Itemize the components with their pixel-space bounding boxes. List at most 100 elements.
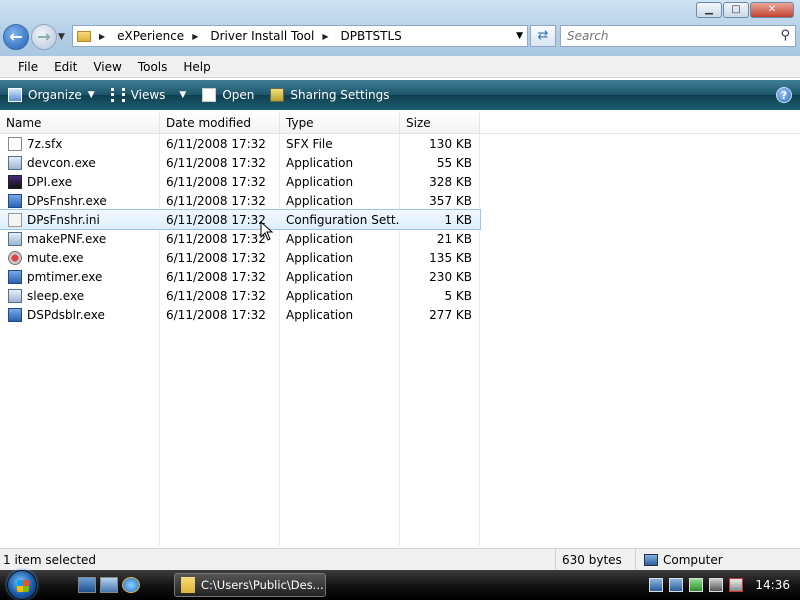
column-size[interactable]: Size xyxy=(400,112,480,133)
mouse-cursor-icon xyxy=(260,221,274,241)
title-bar: ▁ □ ✕ ← → ▼ ▶ eXPerience ▶ Driver Install… xyxy=(0,0,800,56)
app-icon xyxy=(8,231,22,246)
maximize-button[interactable]: □ xyxy=(723,2,749,18)
file-size: 230 KB xyxy=(429,269,472,284)
search-input[interactable] xyxy=(561,26,761,46)
menu-help[interactable]: Help xyxy=(175,60,218,74)
internet-explorer-icon[interactable] xyxy=(122,577,140,593)
file-rows: 7z.sfx 6/11/2008 17:32 SFX File 130 KB devco… xyxy=(0,134,800,324)
column-name[interactable]: Name xyxy=(0,112,160,133)
file-row[interactable]: DPsFnshr.exe 6/11/2008 17:32 Application 35… xyxy=(0,191,800,210)
search-icon[interactable]: ⚲ xyxy=(780,28,790,43)
file-type: Configuration Sett... xyxy=(286,212,400,227)
file-name: DPI.exe xyxy=(27,174,73,189)
file-type: Application xyxy=(286,193,354,208)
file-date: 6/11/2008 17:32 xyxy=(166,136,266,151)
file-name: mute.exe xyxy=(27,250,84,265)
file-name: DPsFnshr.exe xyxy=(27,193,107,208)
close-button[interactable]: ✕ xyxy=(750,2,794,18)
file-type: Application xyxy=(286,250,354,265)
zone-label: Computer xyxy=(663,552,723,567)
file-row[interactable]: DPI.exe 6/11/2008 17:32 Application 328 KB xyxy=(0,172,800,191)
volume-muted-icon[interactable] xyxy=(729,578,744,592)
file-name: DSPdsblr.exe xyxy=(27,307,105,322)
menu-edit[interactable]: Edit xyxy=(46,60,85,74)
file-row[interactable]: mute.exe 6/11/2008 17:32 Application 135 KB xyxy=(0,248,800,267)
file-row[interactable]: devcon.exe 6/11/2008 17:32 Application 55 K… xyxy=(0,153,800,172)
file-size: 55 KB xyxy=(436,155,472,170)
dpi-icon xyxy=(8,174,22,189)
refresh-button[interactable]: ⇄ xyxy=(530,25,556,47)
file-row[interactable]: DPsFnshr.ini 6/11/2008 17:32 Configuration… xyxy=(0,209,481,230)
menu-file[interactable]: File xyxy=(10,60,46,74)
safely-remove-icon[interactable] xyxy=(689,578,704,592)
system-tray: 14:36 xyxy=(643,570,800,600)
zone-indicator: Computer xyxy=(636,553,723,567)
folder-icon xyxy=(77,30,91,42)
file-name: pmtimer.exe xyxy=(27,269,103,284)
file-type: SFX File xyxy=(286,136,333,151)
column-type[interactable]: Type xyxy=(280,112,400,133)
search-box[interactable]: ⚲ xyxy=(560,25,796,47)
network-status-icon[interactable] xyxy=(709,578,724,592)
file-date: 6/11/2008 17:32 xyxy=(166,288,266,303)
selection-size: 630 bytes xyxy=(556,548,636,571)
dps-icon xyxy=(8,193,22,208)
switch-windows-icon[interactable] xyxy=(100,577,118,593)
file-type: Application xyxy=(286,155,354,170)
file-date: 6/11/2008 17:32 xyxy=(166,155,266,170)
menu-bar: File Edit View Tools Help xyxy=(0,56,800,78)
file-name-cell: sleep.exe xyxy=(0,288,160,303)
file-name: sleep.exe xyxy=(27,288,85,303)
taskbar-explorer-window[interactable]: C:\Users\Public\Des... xyxy=(174,573,326,597)
file-type: Application xyxy=(286,288,354,303)
recent-pages-dropdown[interactable]: ▼ xyxy=(58,32,65,42)
sharing-settings-button[interactable]: Sharing Settings xyxy=(262,80,397,110)
open-button[interactable]: Open xyxy=(194,80,262,110)
show-desktop-icon[interactable] xyxy=(78,577,96,593)
file-row[interactable]: sleep.exe 6/11/2008 17:32 Application 5 KB xyxy=(0,286,800,305)
menu-view[interactable]: View xyxy=(85,60,129,74)
file-size: 328 KB xyxy=(429,174,472,189)
command-bar: Organize ▼ Views ▼ Open Sharing Settings… xyxy=(0,80,800,110)
help-icon[interactable]: ? xyxy=(776,87,792,103)
breadcrumb-driver-install-tool[interactable]: Driver Install Tool ▶ xyxy=(210,29,334,43)
tray-app-icon[interactable] xyxy=(669,578,684,592)
address-bar[interactable]: ▶ eXPerience ▶ Driver Install Tool ▶ DPBTS… xyxy=(72,25,528,47)
file-type: Application xyxy=(286,269,354,284)
address-dropdown-icon[interactable]: ▼ xyxy=(516,31,523,41)
file-name-cell: DPsFnshr.exe xyxy=(0,193,160,208)
start-button[interactable] xyxy=(0,570,44,600)
file-date: 6/11/2008 17:32 xyxy=(166,193,266,208)
breadcrumb-experience[interactable]: eXPerience ▶ xyxy=(117,29,204,43)
file-size: 5 KB xyxy=(444,288,472,303)
breadcrumb-root-arrow[interactable]: ▶ xyxy=(99,32,111,41)
organize-button[interactable]: Organize ▼ xyxy=(0,80,103,110)
dps-icon xyxy=(8,307,22,322)
app-icon xyxy=(8,155,22,170)
file-row[interactable]: pmtimer.exe 6/11/2008 17:32 Application 230… xyxy=(0,267,800,286)
file-row[interactable]: DSPdsblr.exe 6/11/2008 17:32 Application 27… xyxy=(0,305,800,324)
file-name: makePNF.exe xyxy=(27,231,107,246)
minimize-button[interactable]: ▁ xyxy=(696,2,722,18)
breadcrumb-dpbtstls[interactable]: DPBTSTLS xyxy=(341,29,402,43)
column-date-modified[interactable]: Date modified xyxy=(160,112,280,133)
file-name-cell: devcon.exe xyxy=(0,155,160,170)
sharing-icon xyxy=(270,88,285,102)
file-name-cell: pmtimer.exe xyxy=(0,269,160,284)
file-size: 277 KB xyxy=(429,307,472,322)
back-button[interactable]: ← xyxy=(3,24,29,50)
file-row[interactable]: 7z.sfx 6/11/2008 17:32 SFX File 130 KB xyxy=(0,134,800,153)
views-button[interactable]: Views ▼ xyxy=(103,80,195,110)
clock[interactable]: 14:36 xyxy=(755,578,790,592)
dps-icon xyxy=(8,269,22,284)
file-name: 7z.sfx xyxy=(27,136,63,151)
network-icon[interactable] xyxy=(649,578,664,592)
file-type: Application xyxy=(286,174,354,189)
file-row[interactable]: makePNF.exe 6/11/2008 17:32 Application 21 … xyxy=(0,229,800,248)
status-bar: 1 item selected 630 bytes Computer xyxy=(0,548,800,571)
forward-button[interactable]: → xyxy=(31,24,57,50)
file-date: 6/11/2008 17:32 xyxy=(166,250,266,265)
file-type: Application xyxy=(286,231,354,246)
menu-tools[interactable]: Tools xyxy=(130,60,176,74)
